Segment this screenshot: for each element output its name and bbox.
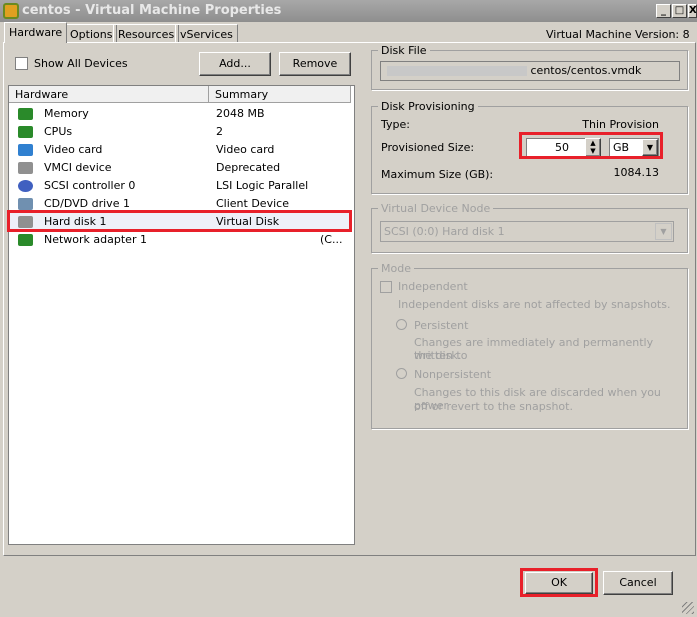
list-item[interactable]: Memory 2048 MB xyxy=(10,105,349,123)
memory-icon xyxy=(18,108,33,120)
resize-grip[interactable] xyxy=(682,602,694,614)
close-button[interactable]: X xyxy=(688,4,697,18)
maximize-button[interactable]: □ xyxy=(672,4,687,18)
disk-file-path: centos/centos.vmdk xyxy=(530,64,642,77)
highlight-provisioned-size xyxy=(519,132,663,159)
hardware-summary: 2 xyxy=(216,125,223,138)
hardware-summary: LSI Logic Parallel xyxy=(216,179,309,192)
show-all-devices-checkbox[interactable] xyxy=(15,57,28,70)
hardware-summary: (C... xyxy=(320,233,343,246)
column-header-hardware[interactable]: Hardware xyxy=(9,86,209,103)
mode-group: Mode Independent Independent disks are n… xyxy=(371,262,688,429)
tab-options[interactable]: Options xyxy=(65,24,118,43)
vdn-chevron-down-icon: ▼ xyxy=(655,223,672,240)
network-icon xyxy=(18,234,33,246)
nonpersistent-desc-2: off or revert to the snapshot. xyxy=(414,400,573,413)
hardware-name: Network adapter 1 xyxy=(44,233,147,246)
highlight-ok xyxy=(520,568,598,597)
cpu-icon xyxy=(18,126,33,138)
hardware-list[interactable]: Hardware Summary Memory 2048 MB CPUs 2 Video… xyxy=(8,85,355,545)
hardware-name: Video card xyxy=(44,143,103,156)
add-button[interactable]: Add... xyxy=(199,52,271,76)
disk-file-group: Disk File centos/centos.vmdk xyxy=(371,44,688,90)
cdrom-icon xyxy=(18,198,33,210)
vdn-select[interactable]: SCSI (0:0) Hard disk 1 xyxy=(380,221,674,242)
list-item[interactable]: SCSI controller 0 LSI Logic Parallel xyxy=(10,177,349,195)
vdn-label: Virtual Device Node xyxy=(378,202,494,215)
highlight-hard-disk xyxy=(7,210,352,232)
vm-icon xyxy=(3,3,19,19)
nonpersistent-label: Nonpersistent xyxy=(414,368,492,381)
max-size-label: Maximum Size (GB): xyxy=(381,168,494,181)
virtual-device-node-group: Virtual Device Node SCSI (0:0) Hard disk… xyxy=(371,202,688,253)
hardware-name: Memory xyxy=(44,107,89,120)
hardware-name: VMCI device xyxy=(44,161,112,174)
show-all-devices-label: Show All Devices xyxy=(34,57,128,70)
max-size-value: 1084.13 xyxy=(613,166,660,179)
persistent-radio[interactable] xyxy=(396,319,407,330)
tab-vservices[interactable]: vServices xyxy=(175,24,238,43)
hardware-name: SCSI controller 0 xyxy=(44,179,136,192)
title-bar: centos - Virtual Machine Properties xyxy=(0,0,697,22)
remove-button[interactable]: Remove xyxy=(279,52,351,76)
disk-file-label: Disk File xyxy=(378,44,430,57)
nonpersistent-radio[interactable] xyxy=(396,368,407,379)
independent-desc: Independent disks are not affected by sn… xyxy=(398,298,671,311)
provisioning-label: Disk Provisioning xyxy=(378,100,478,113)
device-icon xyxy=(18,162,33,174)
vm-version: Virtual Machine Version: 8 xyxy=(546,28,690,41)
hardware-name: CPUs xyxy=(44,125,73,138)
list-item[interactable]: Network adapter 1 (C... xyxy=(10,231,349,249)
persistent-desc-2: the disk. xyxy=(414,349,462,362)
list-item[interactable]: Video card Video card xyxy=(10,141,349,159)
independent-label: Independent xyxy=(398,280,468,293)
type-label: Type: xyxy=(381,118,410,131)
minimize-button[interactable]: _ xyxy=(656,4,671,18)
hardware-summary: Video card xyxy=(216,143,275,156)
provisioned-size-label: Provisioned Size: xyxy=(381,141,475,154)
scsi-icon xyxy=(18,180,33,192)
tab-resources[interactable]: Resources xyxy=(113,24,180,43)
cancel-button[interactable]: Cancel xyxy=(603,571,673,595)
mode-label: Mode xyxy=(378,262,414,275)
persistent-label: Persistent xyxy=(414,319,469,332)
hardware-summary: 2048 MB xyxy=(216,107,265,120)
window-title: centos - Virtual Machine Properties xyxy=(22,3,282,18)
type-value: Thin Provision xyxy=(582,118,659,131)
tab-hardware[interactable]: Hardware xyxy=(4,22,68,43)
list-item[interactable]: VMCI device Deprecated xyxy=(10,159,349,177)
independent-checkbox[interactable] xyxy=(380,281,392,293)
column-header-summary[interactable]: Summary xyxy=(209,86,351,103)
list-item[interactable]: CPUs 2 xyxy=(10,123,349,141)
vdn-value: SCSI (0:0) Hard disk 1 xyxy=(384,225,505,238)
disk-file-field: centos/centos.vmdk xyxy=(380,61,680,81)
monitor-icon xyxy=(18,144,33,156)
hardware-summary: Deprecated xyxy=(216,161,281,174)
